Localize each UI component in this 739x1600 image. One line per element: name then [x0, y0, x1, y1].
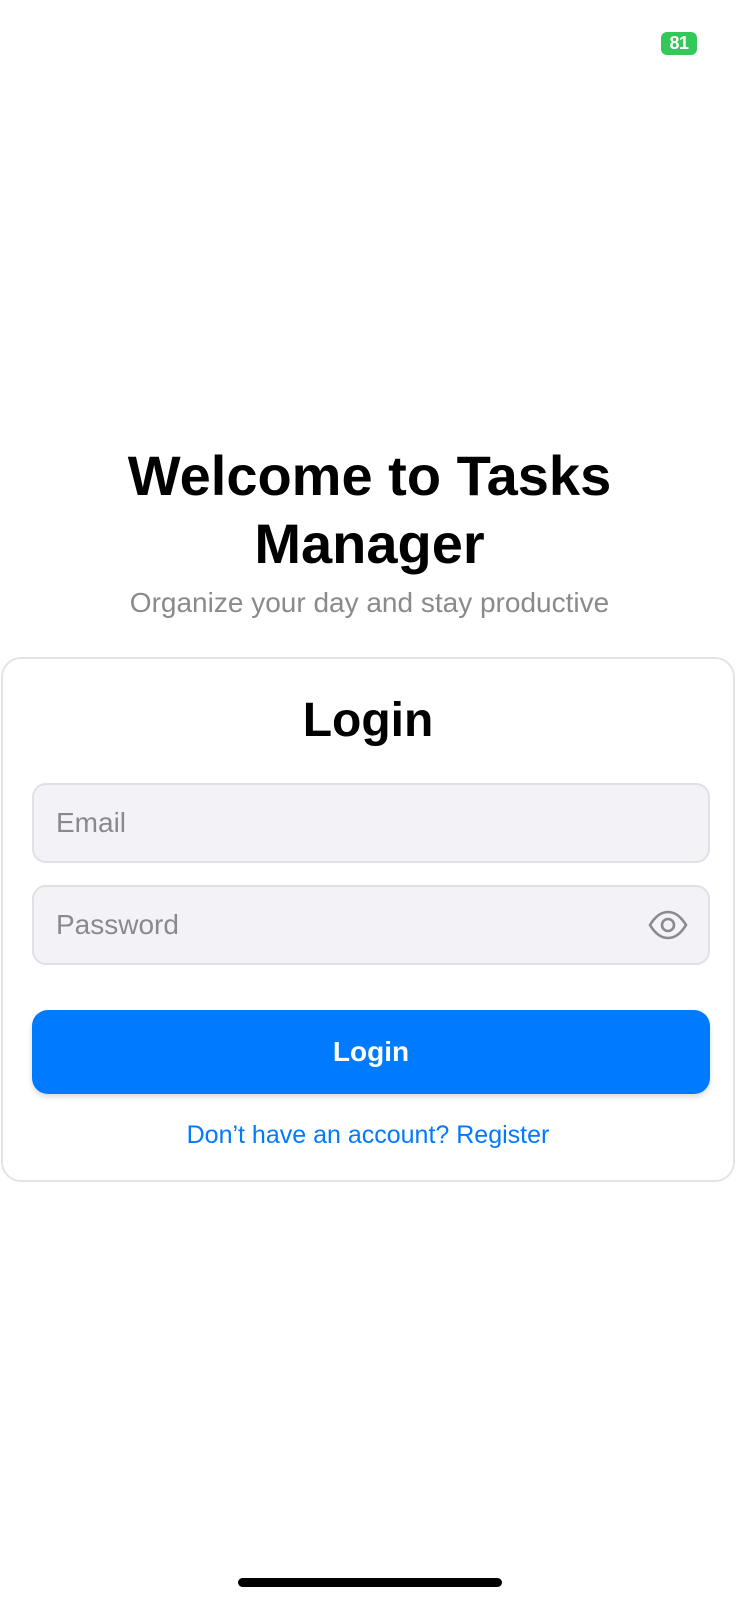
password-field[interactable] — [32, 885, 710, 965]
password-input[interactable] — [56, 887, 636, 963]
eye-icon[interactable] — [648, 907, 688, 943]
welcome-title: Welcome to Tasks Manager — [127, 444, 612, 575]
home-indicator — [238, 1578, 502, 1587]
login-card-title: Login — [302, 694, 434, 747]
login-card: Login Login Don’t have an account? Regis… — [1, 657, 735, 1182]
login-button[interactable]: Login — [32, 1010, 710, 1094]
email-field[interactable] — [32, 783, 710, 863]
battery-indicator: 81 — [661, 32, 697, 55]
welcome-subtitle: Organize your day and stay productive — [129, 587, 610, 618]
email-input[interactable] — [56, 785, 636, 861]
status-bar: 81 — [0, 0, 739, 80]
login-screen: 81 Welcome to Tasks Manager Organize you… — [0, 0, 739, 1600]
register-link[interactable]: Don’t have an account? Register — [3, 1121, 733, 1150]
